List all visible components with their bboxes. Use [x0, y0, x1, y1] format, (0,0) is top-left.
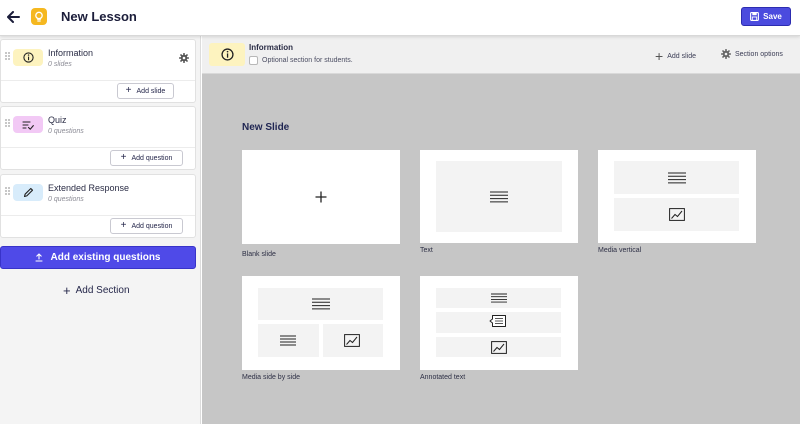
- template-media-side-by-side[interactable]: [242, 276, 400, 370]
- checkbox-box[interactable]: [249, 56, 258, 65]
- section-name: Quiz: [48, 115, 67, 125]
- page-title: New Lesson: [61, 9, 137, 24]
- plus-icon: +: [655, 48, 664, 64]
- section-header-bar: Information Optional section for student…: [202, 36, 800, 74]
- save-button-label: Save: [763, 12, 782, 21]
- save-button[interactable]: Save: [741, 7, 791, 26]
- optional-label: Optional section for students.: [262, 57, 353, 64]
- add-slide-button[interactable]: + Add slide: [117, 83, 174, 99]
- info-icon: [220, 48, 234, 61]
- add-question-label: Add question: [131, 222, 173, 230]
- section-title: Information: [249, 43, 293, 52]
- plus-icon: +: [63, 283, 71, 298]
- template-label: Text: [420, 247, 433, 254]
- save-icon: [750, 12, 760, 21]
- arrow-left-icon: [6, 11, 20, 23]
- top-bar: New Lesson Save: [0, 0, 800, 36]
- section-options-button[interactable]: Section options: [721, 49, 783, 59]
- section-quiz[interactable]: Quiz 0 questions + Add question: [0, 106, 196, 170]
- section-header[interactable]: Extended Response 0 questions: [1, 175, 195, 215]
- drag-handle-icon[interactable]: [5, 52, 11, 62]
- add-slide-header-button[interactable]: + Add slide: [655, 49, 696, 63]
- add-question-label: Add question: [131, 154, 173, 162]
- section-name: Information: [48, 48, 94, 58]
- text-lines-icon: [668, 172, 686, 184]
- section-header[interactable]: Information 0 slides: [1, 40, 195, 80]
- drag-handle-icon[interactable]: [5, 119, 11, 129]
- template-label: Blank slide: [242, 251, 276, 258]
- upload-icon: [35, 253, 44, 262]
- section-icon: [209, 43, 245, 66]
- plus-icon: +: [120, 152, 127, 163]
- drag-handle-icon[interactable]: [5, 187, 11, 197]
- optional-checkbox[interactable]: Optional section for students.: [249, 56, 353, 65]
- image-icon: [344, 334, 360, 347]
- section-icon: [13, 116, 43, 133]
- text-lines-icon: [490, 191, 508, 203]
- image-icon: [491, 341, 507, 354]
- new-slide-title: New Slide: [242, 122, 290, 133]
- text-lines-icon: [491, 293, 507, 303]
- template-label: Annotated text: [420, 374, 466, 381]
- main-panel: Information Optional section for student…: [202, 36, 800, 424]
- section-name: Extended Response: [48, 183, 130, 193]
- text-lines-icon: [312, 298, 330, 310]
- comment-icon: [489, 315, 506, 327]
- template-label: Media vertical: [598, 247, 642, 254]
- back-button[interactable]: [5, 8, 21, 26]
- divider: [1, 215, 195, 216]
- divider: [1, 147, 195, 148]
- pencil-icon: [23, 187, 33, 198]
- add-existing-questions-button[interactable]: Add existing questions: [0, 246, 196, 269]
- add-existing-label: Add existing questions: [50, 252, 161, 263]
- divider: [1, 80, 195, 81]
- add-section-button[interactable]: + Add Section: [63, 284, 130, 297]
- image-icon: [669, 208, 685, 221]
- checklist-icon: [22, 120, 34, 130]
- text-lines-icon: [280, 335, 296, 346]
- section-information[interactable]: Information 0 slides + Add slide: [0, 39, 196, 103]
- template-label: Media side by side: [242, 374, 300, 381]
- section-extended-response[interactable]: Extended Response 0 questions + Add ques…: [0, 174, 196, 238]
- gear-icon[interactable]: [179, 53, 189, 63]
- plus-icon: [315, 191, 327, 203]
- add-question-button[interactable]: + Add question: [110, 218, 183, 234]
- plus-icon: +: [125, 85, 132, 96]
- template-annotated-text[interactable]: [420, 276, 578, 370]
- info-icon: [22, 52, 34, 63]
- lightbulb-icon: [35, 11, 43, 22]
- gear-icon: [721, 49, 731, 59]
- add-slide-header-label: Add slide: [667, 52, 696, 60]
- add-question-button[interactable]: + Add question: [110, 150, 183, 166]
- section-count: 0 slides: [48, 61, 72, 68]
- section-icon: [13, 184, 43, 201]
- add-slide-label: Add slide: [136, 87, 166, 95]
- template-media-vertical[interactable]: [598, 150, 756, 243]
- add-section-label: Add Section: [75, 285, 130, 296]
- plus-icon: +: [120, 220, 127, 231]
- section-header[interactable]: Quiz 0 questions: [1, 107, 195, 147]
- section-count: 0 questions: [48, 128, 84, 135]
- template-text[interactable]: [420, 150, 578, 243]
- section-count: 0 questions: [48, 196, 84, 203]
- section-icon: [13, 49, 43, 66]
- template-blank-slide[interactable]: [242, 150, 400, 244]
- app-logo: [31, 8, 47, 25]
- section-options-label: Section options: [735, 50, 783, 58]
- sidebar: Information 0 slides + Add slide Quiz 0 …: [0, 36, 201, 424]
